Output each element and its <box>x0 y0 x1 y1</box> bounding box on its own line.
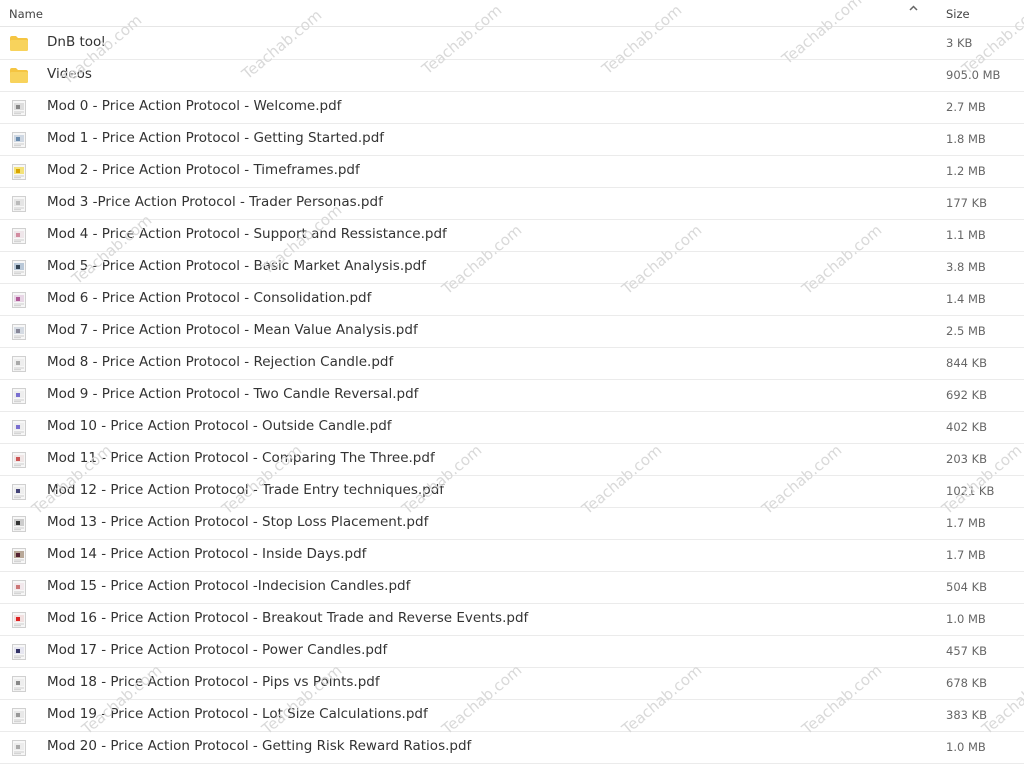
file-name[interactable]: Mod 3 -Price Action Protocol - Trader Pe… <box>47 194 383 210</box>
file-name[interactable]: Mod 16 - Price Action Protocol - Breakou… <box>47 610 528 626</box>
file-size: 203 KB <box>946 452 988 466</box>
file-row[interactable]: Mod 13 - Price Action Protocol - Stop Lo… <box>0 508 1024 540</box>
file-size: 1.2 MB <box>946 164 986 178</box>
folder-row[interactable]: Videos 905.0 MB <box>0 60 1024 92</box>
file-name[interactable]: Mod 9 - Price Action Protocol - Two Cand… <box>47 386 418 402</box>
file-size: 1.8 MB <box>946 132 986 146</box>
file-name[interactable]: Mod 0 - Price Action Protocol - Welcome.… <box>47 98 341 114</box>
file-size: 2.5 MB <box>946 324 986 338</box>
file-list: DnB tool 3 KB Videos 905.0 MB Mod 0 - Price … <box>0 28 1024 764</box>
file-name[interactable]: Mod 20 - Price Action Protocol - Getting… <box>47 738 471 754</box>
file-row[interactable]: Mod 9 - Price Action Protocol - Two Cand… <box>0 380 1024 412</box>
pdf-thumbnail-icon <box>11 420 27 436</box>
file-name[interactable]: Mod 13 - Price Action Protocol - Stop Lo… <box>47 514 428 530</box>
column-header-size[interactable]: Size <box>946 7 970 21</box>
file-size: 692 KB <box>946 388 988 402</box>
file-row[interactable]: Mod 16 - Price Action Protocol - Breakou… <box>0 604 1024 636</box>
file-size: 1.0 MB <box>946 740 986 754</box>
pdf-thumbnail-icon <box>11 100 27 116</box>
file-row[interactable]: Mod 5 - Price Action Protocol - Basic Ma… <box>0 252 1024 284</box>
file-row[interactable]: Mod 11 - Price Action Protocol - Compari… <box>0 444 1024 476</box>
file-size: 3.8 MB <box>946 260 986 274</box>
column-header-name[interactable]: Name <box>9 7 43 21</box>
file-size: 1021 KB <box>946 484 995 498</box>
file-name[interactable]: Mod 5 - Price Action Protocol - Basic Ma… <box>47 258 426 274</box>
pdf-thumbnail-icon <box>11 164 27 180</box>
file-row[interactable]: Mod 0 - Price Action Protocol - Welcome.… <box>0 92 1024 124</box>
file-row[interactable]: Mod 8 - Price Action Protocol - Rejectio… <box>0 348 1024 380</box>
pdf-thumbnail-icon <box>11 292 27 308</box>
folder-row[interactable]: DnB tool 3 KB <box>0 28 1024 60</box>
pdf-thumbnail-icon <box>11 580 27 596</box>
file-row[interactable]: Mod 17 - Price Action Protocol - Power C… <box>0 636 1024 668</box>
file-name[interactable]: Mod 4 - Price Action Protocol - Support … <box>47 226 447 242</box>
file-row[interactable]: Mod 1 - Price Action Protocol - Getting … <box>0 124 1024 156</box>
pdf-thumbnail-icon <box>11 132 27 148</box>
file-row[interactable]: Mod 18 - Price Action Protocol - Pips vs… <box>0 668 1024 700</box>
pdf-thumbnail-icon <box>11 644 27 660</box>
folder-icon <box>10 68 28 83</box>
file-size: 1.4 MB <box>946 292 986 306</box>
file-name[interactable]: Mod 12 - Price Action Protocol - Trade E… <box>47 482 444 498</box>
file-name[interactable]: Mod 2 - Price Action Protocol - Timefram… <box>47 162 360 178</box>
file-row[interactable]: Mod 20 - Price Action Protocol - Getting… <box>0 732 1024 764</box>
pdf-thumbnail-icon <box>11 356 27 372</box>
list-header: Name Size <box>0 0 1024 27</box>
chevron-up-icon[interactable] <box>908 3 919 17</box>
file-name[interactable]: Mod 6 - Price Action Protocol - Consolid… <box>47 290 371 306</box>
file-row[interactable]: Mod 14 - Price Action Protocol - Inside … <box>0 540 1024 572</box>
file-name[interactable]: DnB tool <box>47 34 105 50</box>
file-row[interactable]: Mod 15 - Price Action Protocol -Indecisi… <box>0 572 1024 604</box>
file-name[interactable]: Mod 19 - Price Action Protocol - Lot Siz… <box>47 706 428 722</box>
file-name[interactable]: Mod 1 - Price Action Protocol - Getting … <box>47 130 384 146</box>
pdf-thumbnail-icon <box>11 324 27 340</box>
pdf-thumbnail-icon <box>11 196 27 212</box>
file-size: 402 KB <box>946 420 988 434</box>
pdf-thumbnail-icon <box>11 740 27 756</box>
pdf-thumbnail-icon <box>11 388 27 404</box>
pdf-thumbnail-icon <box>11 260 27 276</box>
file-size: 1.0 MB <box>946 612 986 626</box>
file-row[interactable]: Mod 3 -Price Action Protocol - Trader Pe… <box>0 188 1024 220</box>
file-name[interactable]: Mod 15 - Price Action Protocol -Indecisi… <box>47 578 410 594</box>
file-size: 678 KB <box>946 676 988 690</box>
file-row[interactable]: Mod 19 - Price Action Protocol - Lot Siz… <box>0 700 1024 732</box>
file-name[interactable]: Mod 17 - Price Action Protocol - Power C… <box>47 642 387 658</box>
file-name[interactable]: Mod 8 - Price Action Protocol - Rejectio… <box>47 354 393 370</box>
file-size: 1.1 MB <box>946 228 986 242</box>
file-size: 177 KB <box>946 196 988 210</box>
file-size: 3 KB <box>946 36 973 50</box>
file-row[interactable]: Mod 6 - Price Action Protocol - Consolid… <box>0 284 1024 316</box>
file-size: 1.7 MB <box>946 516 986 530</box>
file-size: 504 KB <box>946 580 988 594</box>
file-name[interactable]: Mod 18 - Price Action Protocol - Pips vs… <box>47 674 380 690</box>
file-row[interactable]: Mod 12 - Price Action Protocol - Trade E… <box>0 476 1024 508</box>
file-size: 905.0 MB <box>946 68 1001 82</box>
file-row[interactable]: Mod 2 - Price Action Protocol - Timefram… <box>0 156 1024 188</box>
pdf-thumbnail-icon <box>11 452 27 468</box>
file-size: 383 KB <box>946 708 988 722</box>
file-row[interactable]: Mod 10 - Price Action Protocol - Outside… <box>0 412 1024 444</box>
file-size: 1.7 MB <box>946 548 986 562</box>
file-name[interactable]: Mod 11 - Price Action Protocol - Compari… <box>47 450 435 466</box>
pdf-thumbnail-icon <box>11 484 27 500</box>
file-name[interactable]: Mod 10 - Price Action Protocol - Outside… <box>47 418 392 434</box>
file-name[interactable]: Mod 7 - Price Action Protocol - Mean Val… <box>47 322 418 338</box>
file-name[interactable]: Mod 14 - Price Action Protocol - Inside … <box>47 546 366 562</box>
file-size: 844 KB <box>946 356 988 370</box>
pdf-thumbnail-icon <box>11 548 27 564</box>
file-size: 457 KB <box>946 644 988 658</box>
pdf-thumbnail-icon <box>11 676 27 692</box>
file-name[interactable]: Videos <box>47 66 92 82</box>
file-row[interactable]: Mod 7 - Price Action Protocol - Mean Val… <box>0 316 1024 348</box>
file-row[interactable]: Mod 4 - Price Action Protocol - Support … <box>0 220 1024 252</box>
file-size: 2.7 MB <box>946 100 986 114</box>
pdf-thumbnail-icon <box>11 612 27 628</box>
pdf-thumbnail-icon <box>11 708 27 724</box>
folder-icon <box>10 36 28 51</box>
pdf-thumbnail-icon <box>11 228 27 244</box>
pdf-thumbnail-icon <box>11 516 27 532</box>
